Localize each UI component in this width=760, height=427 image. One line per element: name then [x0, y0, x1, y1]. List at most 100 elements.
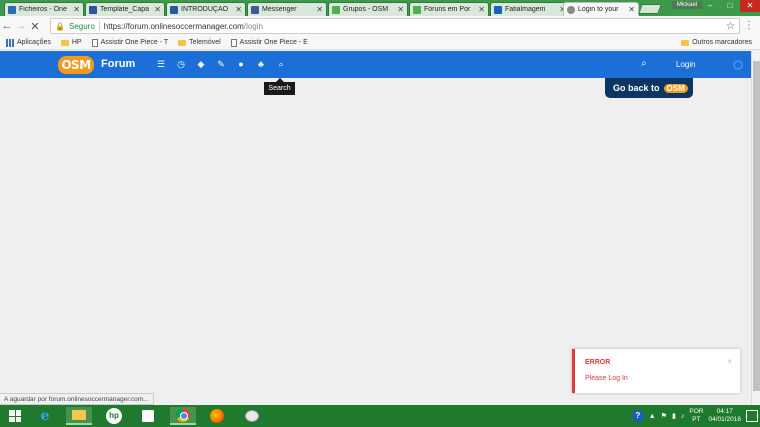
bookmark-star-icon[interactable]: ☆: [726, 21, 735, 32]
firefox-icon: [210, 409, 224, 423]
divider: [98, 21, 100, 31]
file-explorer-icon: [72, 410, 86, 420]
browser-tab[interactable]: Ficheiros - One ✕: [4, 2, 84, 16]
browser-tab[interactable]: INTRODUÇÃO ✕: [166, 2, 246, 16]
profile-chip[interactable]: Mickael: [672, 1, 702, 9]
browser-menu-icon[interactable]: ⋮: [744, 20, 754, 31]
folder-icon: [60, 39, 69, 46]
taskbar-store[interactable]: [135, 407, 161, 425]
tags-icon[interactable]: ◆: [196, 59, 206, 70]
tray-chevron-icon[interactable]: ▲: [649, 413, 656, 420]
taskbar-hp[interactable]: hp: [101, 407, 127, 425]
forward-button[interactable]: →: [14, 20, 28, 32]
bookmark-item[interactable]: Telemóvel: [178, 39, 221, 46]
taskbar-paint[interactable]: [239, 407, 265, 425]
taskbar-chrome[interactable]: [170, 407, 196, 425]
onedrive-icon: [8, 5, 16, 14]
bookmarks-bar: Aplicações HP Assistir One Piece - T Tel…: [0, 36, 760, 50]
close-window-button[interactable]: ✕: [740, 0, 760, 12]
keyboard-layout: PT: [692, 416, 701, 423]
folder-icon: [681, 39, 690, 46]
browser-tab[interactable]: Fatialmagem ✕: [490, 2, 570, 16]
word-icon: [89, 5, 97, 14]
toast-message: Please Log In: [585, 375, 628, 382]
osm-logo[interactable]: OSM: [58, 56, 94, 74]
url-text[interactable]: https://forum.onlinesoccermanager.com/lo…: [104, 22, 263, 31]
tab-close-icon[interactable]: ✕: [235, 5, 242, 14]
tab-close-icon[interactable]: ✕: [397, 5, 404, 14]
network-icon[interactable]: ▮: [672, 412, 676, 420]
tab-close-icon[interactable]: ✕: [73, 5, 80, 14]
tab-close-icon[interactable]: ✕: [478, 5, 485, 14]
flag-icon[interactable]: ⚑: [661, 412, 667, 420]
stop-loading-button[interactable]: ✕: [28, 20, 42, 33]
clock-icon[interactable]: ◷: [176, 59, 186, 70]
toast-title: ERROR: [585, 359, 611, 366]
tab-title: INTRODUÇÃO: [181, 6, 229, 13]
tab-title: Login to your: [578, 6, 619, 13]
page-scrollbar[interactable]: [751, 51, 760, 405]
omnibox[interactable]: 🔒 Seguro https://forum.onlinesoccermanag…: [50, 18, 740, 34]
groups-icon[interactable]: ♣: [256, 59, 266, 70]
bookmark-item[interactable]: Assistir One Piece - T: [91, 38, 169, 47]
bookmark-label: Assistir One Piece - T: [100, 39, 169, 46]
minimize-button[interactable]: –: [700, 0, 720, 12]
page-icon: [230, 38, 237, 47]
url-path: /login: [243, 21, 263, 31]
address-bar-row: ← → ✕ 🔒 Seguro https://forum.onlinesocce…: [0, 16, 760, 36]
bookmark-item[interactable]: Assistir One Piece - E: [230, 38, 308, 47]
chrome-icon: [176, 408, 190, 422]
navbar-search-icon[interactable]: ⌕: [641, 58, 647, 69]
osm-favicon-icon: [413, 5, 421, 14]
list-icon[interactable]: ☰: [156, 59, 166, 70]
scrollbar-thumb[interactable]: [753, 61, 760, 391]
toast-close-button[interactable]: ×: [727, 357, 732, 366]
taskbar-explorer[interactable]: [66, 407, 92, 425]
url-host: https://forum.onlinesoccermanager.com: [103, 21, 244, 31]
paint-icon: [245, 410, 259, 422]
windows-logo-icon: [9, 410, 21, 422]
lock-icon: 🔒: [55, 21, 65, 31]
user-icon[interactable]: ●: [236, 59, 246, 70]
security-label: Seguro: [68, 21, 95, 31]
taskbar-firefox[interactable]: [204, 407, 230, 425]
bookmark-item[interactable]: HP: [60, 39, 82, 46]
loading-spinner-icon: [733, 60, 743, 70]
word-icon: [170, 5, 178, 14]
input-language[interactable]: POR PT: [689, 408, 703, 424]
browser-tab[interactable]: Grupos - OSM ✕: [328, 2, 408, 16]
search-icon[interactable]: ⌕: [276, 59, 286, 70]
window-controls: – □ ✕: [700, 0, 760, 12]
error-toast: ERROR Please Log In ×: [572, 349, 740, 393]
page-favicon-icon: [494, 5, 502, 14]
start-button[interactable]: [2, 407, 28, 425]
browser-tab[interactable]: Fóruns em Por ✕: [409, 2, 489, 16]
forum-navbar: OSM Forum ☰ ◷ ◆ ✎ ● ♣ ⌕ ⌕ Login: [0, 51, 751, 78]
search-tooltip: Search: [264, 78, 295, 95]
browser-tab[interactable]: Template_Capa ✕: [85, 2, 165, 16]
tab-title: Template_Capa: [100, 6, 150, 13]
tab-close-icon[interactable]: ✕: [628, 5, 635, 14]
bookmark-label: Aplicações: [17, 39, 51, 46]
volume-icon[interactable]: ♪: [681, 413, 685, 420]
browser-tab-active[interactable]: Login to your ✕: [563, 2, 639, 16]
bookmark-item[interactable]: Aplicações: [6, 38, 51, 47]
system-clock[interactable]: 04:17 04/01/2018: [708, 408, 741, 424]
maximize-button[interactable]: □: [720, 0, 740, 12]
browser-tab[interactable]: Messenger ✕: [247, 2, 327, 16]
tab-close-icon[interactable]: ✕: [154, 5, 161, 14]
taskbar-ie[interactable]: e: [32, 407, 58, 425]
go-back-logo: OSM: [663, 83, 688, 93]
back-button[interactable]: ←: [0, 20, 14, 32]
login-link[interactable]: Login: [676, 60, 696, 69]
notifications-icon[interactable]: [746, 410, 758, 422]
new-tab-button[interactable]: [638, 4, 662, 14]
loading-icon: [567, 5, 575, 14]
pin-icon[interactable]: ✎: [216, 59, 226, 70]
tab-close-icon[interactable]: ✕: [316, 5, 323, 14]
go-back-button[interactable]: Go back to OSM: [605, 78, 693, 98]
help-icon[interactable]: ?: [631, 410, 644, 422]
other-bookmarks[interactable]: Outros marcadores: [681, 39, 752, 46]
forum-title[interactable]: Forum: [101, 58, 135, 70]
tab-title: Fatialmagem: [505, 6, 546, 13]
